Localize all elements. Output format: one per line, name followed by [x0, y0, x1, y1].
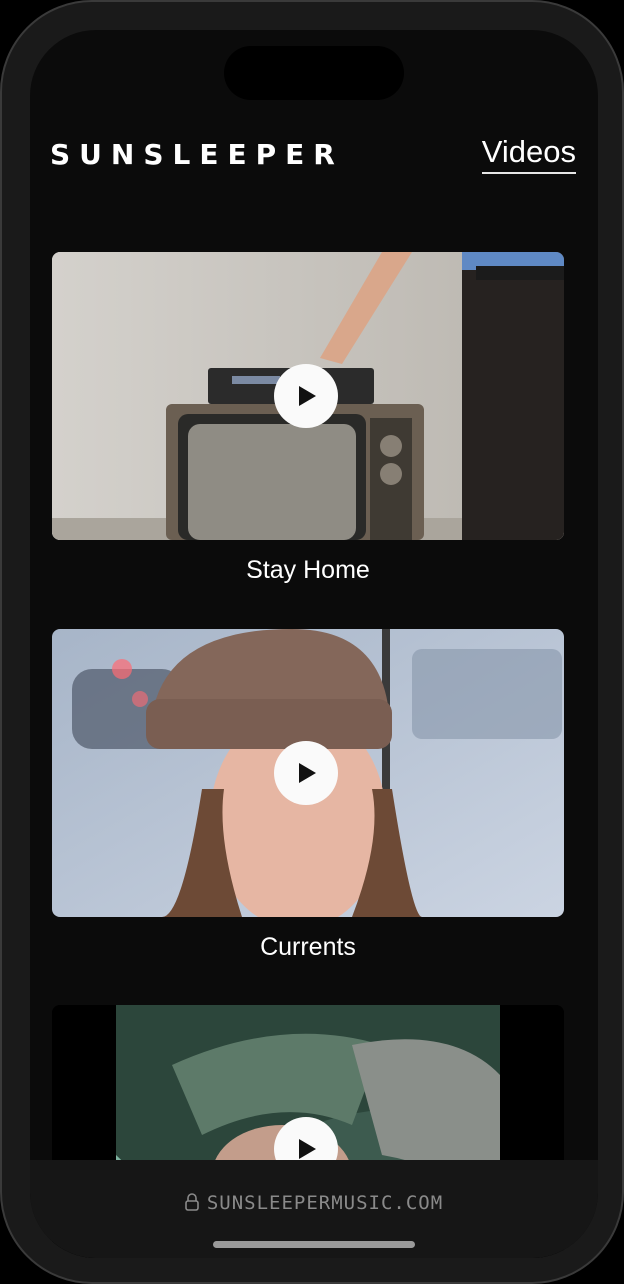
play-icon	[299, 1139, 316, 1159]
video-title[interactable]: Stay Home	[52, 556, 564, 585]
home-indicator[interactable]	[213, 1241, 415, 1248]
play-button[interactable]	[274, 741, 338, 805]
video-thumbnail[interactable]	[52, 629, 564, 917]
lock-icon	[185, 1193, 199, 1211]
video-thumbnail[interactable]	[52, 252, 564, 540]
play-button[interactable]	[274, 364, 338, 428]
browser-address-bar[interactable]: SUNSLEEPERMUSIC.COM	[30, 1160, 598, 1258]
brand-logo[interactable]: SUNSLEEPER	[50, 138, 344, 171]
screen: SUNSLEEPER Videos Stay Home Currents SUN…	[30, 30, 598, 1258]
url-label: SUNSLEEPERMUSIC.COM	[206, 1192, 444, 1214]
nav-link-videos[interactable]: Videos	[481, 134, 576, 174]
url-text[interactable]: SUNSLEEPERMUSIC.COM	[30, 1192, 598, 1214]
video-title[interactable]: Currents	[52, 933, 564, 962]
play-icon	[299, 386, 316, 406]
phone-frame: SUNSLEEPER Videos Stay Home Currents SUN…	[0, 0, 624, 1284]
video-card: Stay Home	[52, 252, 564, 585]
dynamic-island	[224, 46, 404, 100]
video-card: Currents	[52, 629, 564, 962]
play-icon	[299, 763, 316, 783]
